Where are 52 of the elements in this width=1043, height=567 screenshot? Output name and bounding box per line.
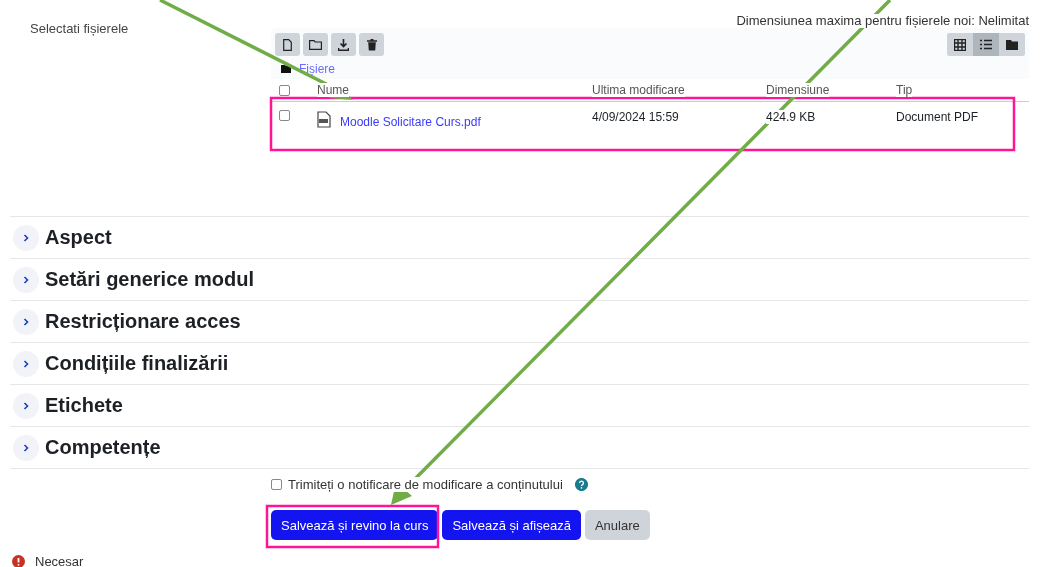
expand-toggle[interactable]	[13, 224, 39, 251]
field-label: Selectati fișierele	[30, 20, 130, 38]
section-title[interactable]: Aspect	[45, 226, 112, 249]
delete-button[interactable]	[359, 33, 384, 56]
help-icon[interactable]	[574, 478, 588, 491]
chevron-icon	[21, 316, 31, 327]
folder-icon	[309, 39, 322, 50]
expand-toggle[interactable]	[13, 266, 39, 293]
chevron-icon	[21, 442, 31, 453]
max-size-note: Dimensiunea maxima pentru fișierele noi: Nelimitat	[736, 14, 1029, 28]
column-header: Ultima modificare	[592, 83, 685, 97]
create-folder-button[interactable]	[303, 33, 328, 56]
expand-toggle[interactable]	[13, 392, 39, 419]
section-title[interactable]: Restricționare acces	[45, 310, 241, 333]
pdf-file-icon	[317, 111, 331, 128]
chevron-icon	[21, 400, 31, 411]
table-cell-text: 4/09/2024 15:59	[592, 110, 680, 124]
notify-checkbox[interactable]	[271, 479, 282, 490]
section-title[interactable]: Etichete	[45, 394, 123, 417]
column-header: Tip	[896, 83, 913, 97]
table-cell: 424.9 KB	[766, 110, 816, 124]
checkbox-label: Trimiteți o notificare de modificare a conținutului	[288, 477, 563, 492]
folder-icon	[1006, 39, 1018, 50]
row-checkbox[interactable]	[279, 110, 290, 121]
chevron-icon	[21, 274, 31, 285]
expand-toggle[interactable]	[13, 350, 39, 377]
path-link[interactable]: Fișiere	[299, 62, 335, 76]
add-file-button[interactable]	[275, 33, 300, 56]
view-button[interactable]	[973, 33, 999, 56]
save-button[interactable]: Salvează și revino la curs	[271, 510, 439, 540]
list-icon	[980, 39, 992, 50]
section-title[interactable]: Competențe	[45, 436, 161, 459]
file-icon	[283, 38, 292, 51]
table-cell-text: Document PDF	[896, 110, 980, 124]
chevron-icon	[21, 232, 31, 243]
section-title[interactable]: Setări generice modul	[45, 268, 254, 291]
chevron-icon	[21, 358, 31, 369]
required-note: Necesar	[35, 554, 84, 567]
trash-icon	[366, 38, 377, 51]
save-button[interactable]: Salvează și afișează	[442, 510, 581, 540]
download-icon	[338, 38, 349, 51]
section-title[interactable]: Condițiile finalizării	[45, 352, 229, 375]
select-all-checkbox[interactable]	[279, 84, 290, 96]
expand-toggle[interactable]	[13, 308, 39, 335]
grid-icon	[954, 38, 966, 51]
file-link[interactable]: Moodle Solicitare Curs.pdf	[340, 110, 481, 129]
folder-icon	[281, 65, 291, 73]
column-header: Dimensiune	[766, 83, 830, 97]
column-header: Nume	[317, 83, 349, 97]
download-button[interactable]	[331, 33, 356, 56]
expand-toggle[interactable]	[13, 434, 39, 461]
cancel-button[interactable]: Anulare	[584, 510, 650, 540]
